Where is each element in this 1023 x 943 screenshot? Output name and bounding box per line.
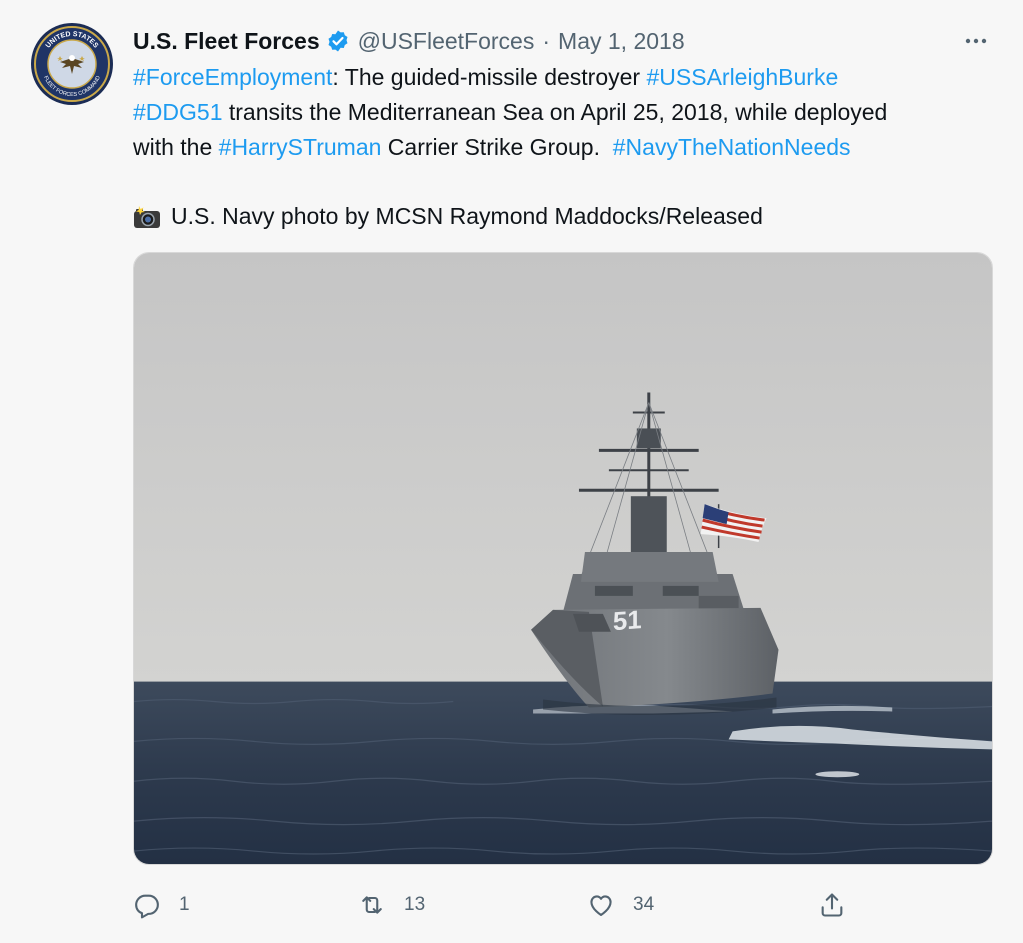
retweet-icon (362, 896, 382, 914)
camera-flash-icon (134, 205, 160, 228)
tweet-text-line: #DDG51 transits the Mediterranean Sea on… (133, 95, 1003, 130)
more-options-button[interactable] (954, 26, 998, 56)
reply-icon (135, 894, 159, 919)
share-icon (821, 893, 843, 917)
reply-button[interactable]: 1 (133, 883, 190, 927)
hashtag-link[interactable]: #ForceEmployment (133, 64, 332, 90)
reply-count: 1 (179, 894, 190, 915)
tweet-text-segment: Carrier Strike Group. (381, 134, 613, 160)
hull-number-text: 51 (613, 606, 642, 636)
author-name[interactable]: U.S. Fleet Forces (133, 28, 320, 55)
hashtag-link[interactable]: #USSArleighBurke (646, 64, 838, 90)
avatar[interactable]: UNITED STATES FLEET FORCES COMMAND (30, 22, 114, 106)
tweet-actions: 1 13 34 (133, 883, 993, 927)
hashtag-link[interactable]: #DDG51 (133, 99, 222, 125)
like-count: 34 (633, 894, 655, 915)
tweet-card: UNITED STATES FLEET FORCES COMMAND U.S. … (0, 0, 1023, 943)
tweet-date[interactable]: May 1, 2018 (558, 28, 685, 55)
header-separator: · (542, 27, 551, 54)
tweet-text-segment: : The guided-missile destroyer (332, 64, 647, 90)
tweet-header: U.S. Fleet Forces @USFleetForces · May 1… (133, 26, 685, 56)
hashtag-link[interactable]: #HarrySTruman (219, 134, 382, 160)
share-button[interactable] (818, 883, 846, 927)
tweet-text-segment: with the (133, 134, 219, 160)
hashtag-link[interactable]: #NavyTheNationNeeds (613, 134, 851, 160)
tweet-text: #ForceEmployment: The guided-missile des… (133, 60, 1003, 234)
like-button[interactable]: 34 (587, 883, 654, 927)
more-horizontal-icon (965, 38, 987, 44)
retweet-button[interactable]: 13 (358, 883, 425, 927)
photo-credit-text: U.S. Navy photo by MCSN Raymond Maddocks… (171, 203, 763, 229)
photo-credit-line: U.S. Navy photo by MCSN Raymond Maddocks… (133, 199, 1003, 234)
tweet-text-line: #ForceEmployment: The guided-missile des… (133, 60, 1003, 95)
retweet-count: 13 (404, 894, 426, 915)
tweet-photo[interactable]: 51 (133, 252, 993, 865)
author-handle[interactable]: @USFleetForces (358, 28, 535, 55)
verified-badge-icon (328, 30, 348, 52)
tweet-text-segment: transits the Mediterranean Sea on April … (222, 99, 888, 125)
heart-icon (590, 895, 612, 916)
tweet-text-line: with the #HarrySTruman Carrier Strike Gr… (133, 130, 1003, 165)
